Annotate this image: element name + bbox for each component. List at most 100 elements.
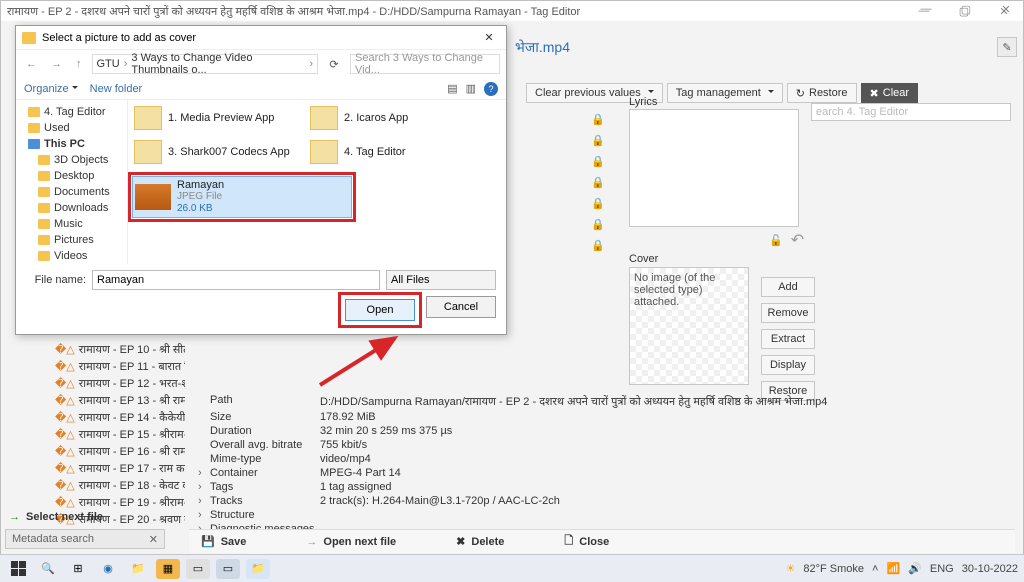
forward-icon[interactable]: → [47,58,66,70]
new-folder-button[interactable]: New folder [90,83,143,95]
clock[interactable]: 30-10-2022 [962,563,1018,575]
tree-node[interactable]: Documents [18,184,125,200]
up-icon[interactable]: ↑ [72,58,86,70]
list-item[interactable]: �△रामायण - EP 17 - राम का शृं [55,460,185,477]
volume-icon[interactable]: 🔊 [908,562,922,575]
open-button[interactable]: Open [345,299,415,321]
info-row: ›Tracks2 track(s): H.264-Main@L3.1-720p … [198,494,1011,508]
weather-text[interactable]: 82°F Smoke [803,563,864,575]
list-item[interactable]: �△रामायण - EP 10 - श्री सीता- [55,341,185,358]
tag-search-input[interactable]: earch 4. Tag Editor [811,103,1011,121]
maximize-button[interactable]: ▢ [953,3,979,16]
app-icon[interactable]: ▭ [216,559,240,579]
outer-window-controls: — ▢ ✕ [913,3,1019,16]
edge-icon[interactable]: ◉ [96,559,120,579]
organize-menu[interactable]: Organize [24,83,78,95]
lyrics-textarea[interactable] [629,109,799,227]
app-icon[interactable]: ▭ [186,559,210,579]
close-icon[interactable]: ✕ [149,533,158,546]
cancel-button[interactable]: Cancel [426,296,496,318]
file-item[interactable]: 3. Shark007 Codecs App [132,138,302,166]
close-button[interactable]: ✕ [993,3,1019,16]
lock-icon: 🔒 [591,176,605,190]
view-icon[interactable]: ▤ [447,82,457,95]
folder-icon [28,123,40,133]
filetype-select[interactable]: All Files [386,270,496,290]
tree-node[interactable]: Desktop [18,168,125,184]
restore-button[interactable]: ↻ Restore [787,83,857,103]
dialog-nav: ← → ↑ GTU› 3 Ways to Change Video Thumbn… [16,50,506,78]
file-name: Ramayan [177,179,224,191]
tree-node[interactable]: 3D Objects [18,152,125,168]
tree-node[interactable]: Music [18,216,125,232]
save-button[interactable]: 💾Save [201,535,246,548]
file-size: 26.0 KB [177,203,224,215]
app-icon[interactable]: ▦ [156,559,180,579]
list-item[interactable]: �△रामायण - EP 12 - भरत-शत्रु [55,375,185,392]
tree-node[interactable]: Downloads [18,200,125,216]
close-icon[interactable]: ✕ [478,31,500,44]
cover-section: Cover No image (of the selected type) at… [629,253,749,385]
start-button[interactable] [6,559,30,579]
vlc-icon: �△ [55,479,75,492]
tag-management-button[interactable]: Tag management [667,83,783,103]
list-item[interactable]: �△रामायण - EP 16 - श्री राम-सी [55,443,185,460]
filename-input[interactable] [92,270,380,290]
folder-icon [38,219,50,229]
filename-label: File name: [26,274,86,286]
vlc-icon: �△ [55,445,75,458]
list-item[interactable]: �△रामायण - EP 19 - श्रीराम-वा [55,494,185,511]
list-item[interactable]: �△रामायण - EP 13 - श्री राम के [55,392,185,409]
close-button[interactable]: 🗋Close [564,532,609,551]
tree-node[interactable]: Pictures [18,232,125,248]
list-item[interactable]: �△रामायण - EP 18 - केवट का [55,477,185,494]
wifi-icon[interactable]: 📶 [886,562,900,575]
task-view-icon[interactable]: ⊞ [66,559,90,579]
language-indicator[interactable]: ENG [930,563,954,575]
explorer-running-icon[interactable]: 📁 [246,559,270,579]
list-item[interactable]: �△रामायण - EP 11 - बारात नि [55,358,185,375]
tray-chevron-icon[interactable]: ˄ [872,563,878,575]
tree-node[interactable]: 4. Tag Editor [18,104,125,120]
display-button[interactable]: Display [761,355,815,375]
explorer-icon[interactable]: 📁 [126,559,150,579]
extract-button[interactable]: Extract [761,329,815,349]
metadata-search-input[interactable]: Metadata search✕ [5,529,165,549]
breadcrumb[interactable]: GTU› 3 Ways to Change Video Thumbnails o… [92,54,319,74]
info-row: ›Tags1 tag assigned [198,480,1011,494]
select-next-file-button[interactable]: Select next file [9,511,103,523]
file-picker-dialog: Select a picture to add as cover ✕ ← → ↑… [15,25,507,335]
undo-icon[interactable]: ↶ [791,230,804,250]
preview-icon[interactable]: ▥ [466,82,476,95]
remove-button[interactable]: Remove [761,303,815,323]
help-icon[interactable]: ? [484,82,498,96]
file-item[interactable]: 2. Icaros App [308,104,478,132]
search-icon[interactable]: 🔍 [36,559,60,579]
add-button[interactable]: Add [761,277,815,297]
clear-button[interactable]: ✖ Clear [861,83,919,103]
minimize-button[interactable]: — [913,3,939,16]
open-next-button[interactable]: →Open next file [306,536,396,548]
dialog-toolbar: Organize New folder ▤ ▥ ? [16,78,506,100]
file-type: JPEG File [177,191,224,203]
file-item-selected[interactable]: Ramayan JPEG File 26.0 KB [132,176,352,218]
tree-node[interactable]: Videos [18,248,125,264]
tree-node[interactable]: Used [18,120,125,136]
edit-icon[interactable]: ✎ [997,37,1017,57]
list-item[interactable]: �△रामायण - EP 14 - कैकेयी क [55,409,185,426]
tree-node[interactable]: This PC [18,136,125,152]
search-input[interactable]: Search 3 Ways to Change Vid... [350,54,500,74]
weather-icon[interactable]: ☀ [786,562,796,575]
file-item[interactable]: 1. Media Preview App [132,104,302,132]
list-item[interactable]: �△रामायण - EP 15 - श्रीराम-क [55,426,185,443]
vlc-icon: �△ [55,496,75,509]
back-icon[interactable]: ← [22,58,41,70]
file-item[interactable]: 4. Tag Editor [308,138,478,166]
info-row: Size178.92 MiB [198,410,1011,424]
lock-icon[interactable]: 🔓 [769,234,783,247]
delete-button[interactable]: ✖Delete [456,535,504,548]
folder-icon [28,107,40,117]
folder-icon [38,171,50,181]
refresh-icon[interactable]: ⟳ [324,58,344,71]
vlc-icon: �△ [55,394,75,407]
